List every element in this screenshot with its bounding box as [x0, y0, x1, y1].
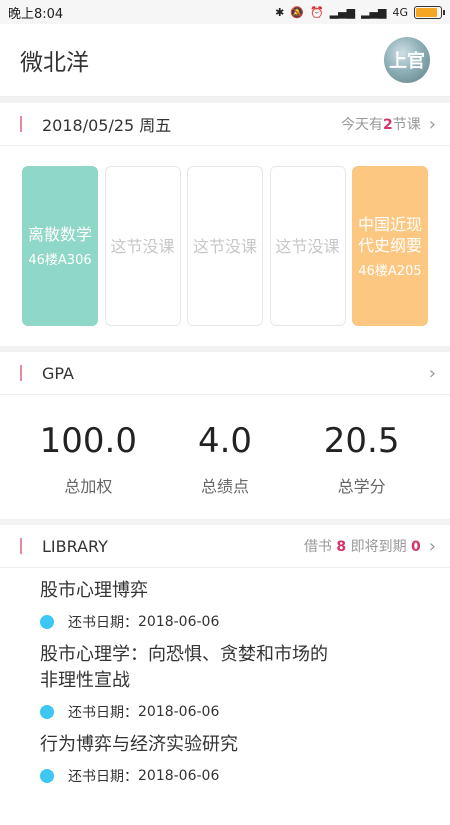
gpa-weighted: 100.0 总加权 — [28, 421, 148, 501]
network-type: 4G — [392, 5, 408, 19]
app-header: 微北洋 上官 — [0, 24, 450, 97]
gpa-label: 总加权 — [64, 477, 113, 496]
book-due: 还书日期： 2018-06-06 — [40, 766, 450, 786]
course-list: 离散数学 46楼A306 这节没课 这节没课 这节没课 中国近现代史纲要 46楼… — [0, 146, 450, 346]
alarm-icon: ⏰ — [309, 5, 324, 19]
list-item[interactable]: 股市心理学：向恐惧、贪婪和市场的非理性宣战 还书日期： 2018-06-06 — [40, 632, 450, 722]
due-date: 2018-06-06 — [138, 768, 220, 784]
schedule-card: 2018/05/25 周五 今天有2节课 › 离散数学 46楼A306 这节没课… — [0, 103, 450, 346]
library-title: LIBRARY — [42, 536, 108, 556]
due-label: 还书日期： — [68, 769, 138, 785]
status-dot-icon — [40, 615, 54, 629]
list-item[interactable]: 股市心理博弈 还书日期： 2018-06-06 — [40, 568, 450, 632]
avatar[interactable]: 上官 — [384, 37, 430, 83]
course-card-empty[interactable]: 这节没课 — [104, 166, 181, 326]
course-name: 这节没课 — [110, 236, 175, 256]
app-title: 微北洋 — [20, 50, 89, 76]
gpa-points: 4.0 总绩点 — [165, 421, 285, 501]
book-due: 还书日期： 2018-06-06 — [40, 612, 450, 632]
schedule-summary: 今天有2节课 — [341, 117, 421, 133]
book-title: 行为博弈与经济实验研究 — [40, 734, 238, 755]
course-name: 这节没课 — [275, 236, 340, 256]
status-time: 晚上8:04 — [8, 6, 64, 22]
status-bar: 晚上8:04 ✱ 🔕 ⏰ ▂▄▆ ▂▄▆ 4G — [0, 0, 450, 24]
gpa-value: 4.0 — [197, 421, 253, 461]
due-label: 还书日期： — [68, 705, 138, 721]
list-item[interactable]: 行为博弈与经济实验研究 还书日期： 2018-06-06 — [40, 722, 450, 786]
library-card: LIBRARY 借书 8 即将到期 0 › 股市心理博弈 还书日期： 2018-… — [0, 525, 450, 825]
gpa-value: 100.0 — [39, 421, 137, 461]
signal-icon: ▂▄▆ — [329, 5, 356, 19]
gpa-label: 总绩点 — [200, 477, 249, 496]
due-date: 2018-06-06 — [138, 614, 220, 630]
battery-icon — [414, 5, 445, 19]
chevron-right-icon[interactable]: › — [429, 114, 436, 135]
status-dot-icon — [40, 769, 54, 783]
schedule-date: 2018/05/25 周五 — [42, 116, 172, 135]
library-summary: 借书 8 即将到期 0 — [303, 539, 421, 555]
gpa-value: 20.5 — [323, 421, 400, 461]
gpa-title: GPA — [42, 363, 74, 383]
battery-level — [416, 7, 437, 17]
gpa-stats: 100.0 总加权 4.0 总绩点 20.5 总学分 — [0, 395, 450, 519]
book-list: 股市心理博弈 还书日期： 2018-06-06 股市心理学：向恐惧、贪婪和市场的… — [0, 568, 450, 786]
schedule-header[interactable]: 2018/05/25 周五 今天有2节课 › — [0, 103, 450, 146]
book-title: 股市心理博弈 — [40, 580, 148, 601]
status-icons: ✱ 🔕 ⏰ ▂▄▆ ▂▄▆ 4G — [275, 5, 445, 19]
course-name: 离散数学 — [27, 225, 92, 244]
course-card-empty[interactable]: 这节没课 — [187, 166, 263, 326]
header-accent-bar — [20, 538, 22, 554]
status-dot-icon — [40, 705, 54, 719]
due-label: 还书日期： — [68, 615, 138, 631]
gpa-card: GPA › 100.0 总加权 4.0 总绩点 20.5 总学分 — [0, 352, 450, 519]
course-room: 46楼A306 — [28, 253, 92, 268]
header-accent-bar — [20, 365, 22, 381]
bluetooth-icon: ✱ — [275, 5, 285, 19]
header-accent-bar — [20, 116, 22, 132]
chevron-right-icon[interactable]: › — [429, 363, 436, 384]
course-name: 这节没课 — [192, 236, 257, 256]
course-card[interactable]: 离散数学 46楼A306 — [22, 166, 98, 326]
avatar-text: 上官 — [389, 51, 425, 72]
book-due: 还书日期： 2018-06-06 — [40, 702, 450, 722]
course-room: 46楼A205 — [358, 263, 422, 279]
book-title: 股市心理学：向恐惧、贪婪和市场的非理性宣战 — [40, 644, 328, 691]
course-card[interactable]: 中国近现代史纲要 46楼A205 — [352, 166, 428, 326]
chevron-right-icon[interactable]: › — [429, 536, 436, 557]
course-name: 中国近现代史纲要 — [357, 214, 422, 255]
library-header[interactable]: LIBRARY 借书 8 即将到期 0 › — [0, 525, 450, 568]
signal-icon: ▂▄▆ — [361, 5, 387, 19]
due-date: 2018-06-06 — [138, 704, 220, 720]
gpa-credits: 20.5 总学分 — [302, 421, 422, 501]
course-card-empty[interactable]: 这节没课 — [269, 166, 346, 326]
mute-icon: 🔕 — [290, 5, 304, 19]
gpa-header[interactable]: GPA › — [0, 352, 450, 395]
gpa-label: 总学分 — [337, 477, 386, 496]
